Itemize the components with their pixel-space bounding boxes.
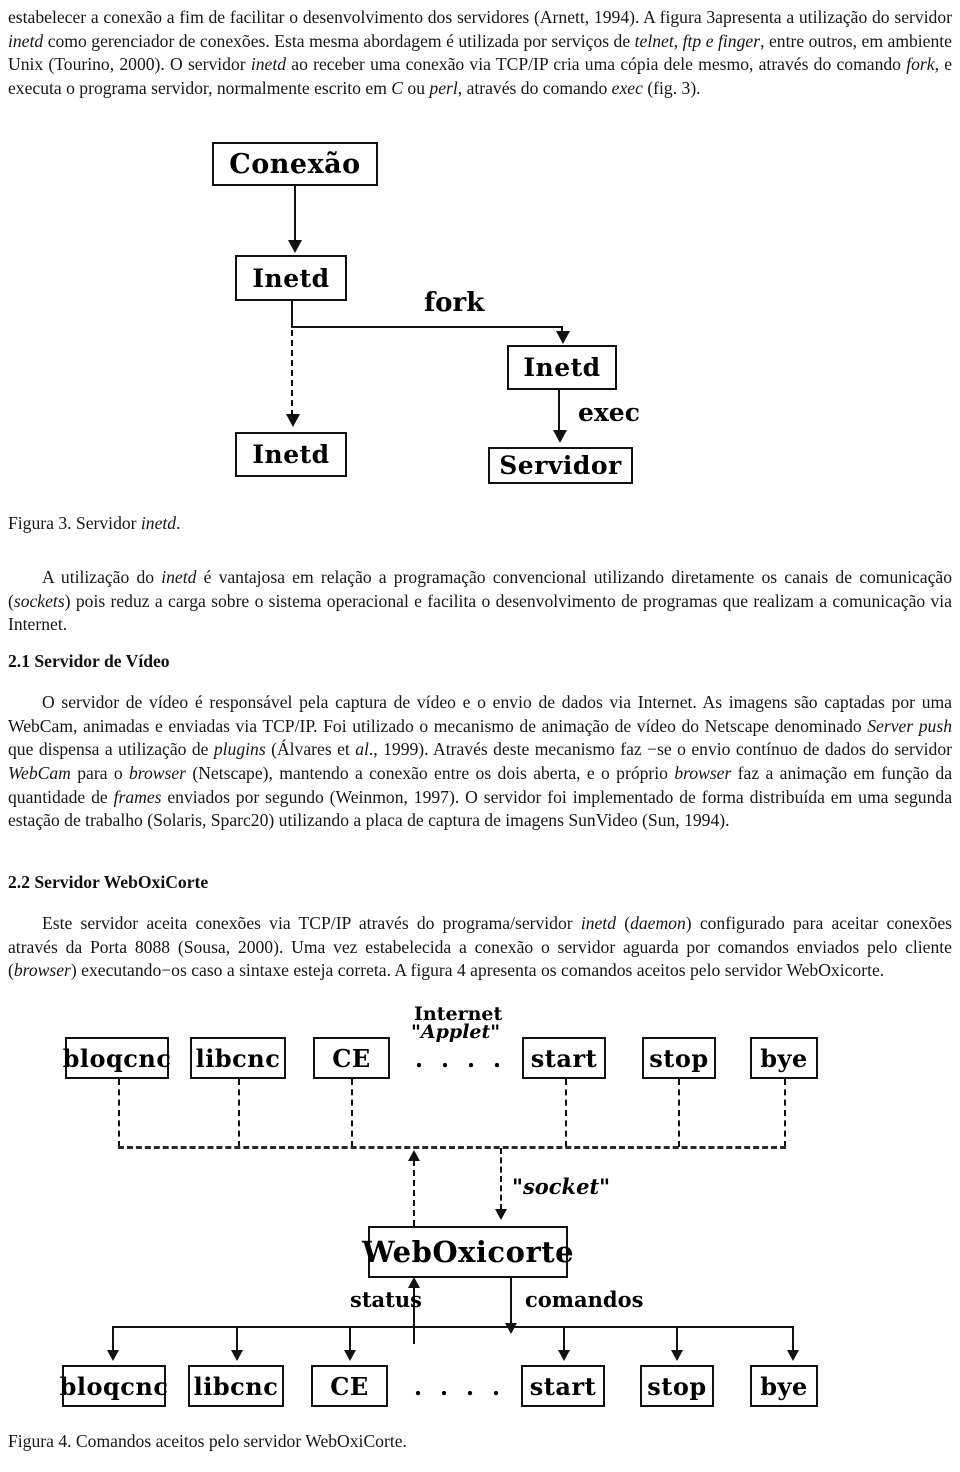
- figure4-arrow-libcnc: [231, 1350, 243, 1361]
- figure4-arrow-start: [558, 1350, 570, 1361]
- command-label: CE: [332, 1043, 371, 1073]
- figure4-bottom-command-stop: stop: [640, 1365, 714, 1407]
- command-label: libcnc: [195, 1043, 281, 1073]
- figure4-top-command-bloqcnc: bloqcnc: [62, 1037, 172, 1079]
- figure4-bottom-command-libcnc: libcnc: [188, 1365, 284, 1407]
- figure4-edge-comandos-from-server: [510, 1278, 512, 1326]
- figure4-edge-socket-down: [500, 1148, 502, 1210]
- figure4-label-status: status: [350, 1287, 422, 1312]
- figure4-bottom-command-bye: bye: [750, 1365, 818, 1407]
- figure4-top-command-start: start: [522, 1037, 606, 1079]
- figure4-applet-bus-line: [118, 1146, 786, 1149]
- figure4-arrow-comandos-down: [505, 1323, 517, 1334]
- figure4-arrow-bloqcnc: [107, 1350, 119, 1361]
- figure4-droplink-start: [565, 1079, 567, 1147]
- figure4-branch-bloqcnc: [112, 1326, 114, 1352]
- label-text: "socket": [512, 1174, 611, 1199]
- figure4-label-applet: "Applet": [411, 1021, 500, 1043]
- figure4-droplink-libcnc: [238, 1079, 240, 1147]
- label-text: status: [350, 1287, 422, 1312]
- command-label: bloqcnc: [59, 1371, 169, 1401]
- figure4-bottom-command-bloqcnc: bloqcnc: [59, 1365, 169, 1407]
- figure4-arrow-ce: [344, 1350, 356, 1361]
- figure4-node-weboxicorte: WebOxicorte: [362, 1226, 574, 1278]
- document-page: estabelecer a conexão a fim de facilitar…: [0, 0, 960, 1472]
- figure4-label-comandos: comandos: [525, 1287, 643, 1312]
- figure4-label-socket: "socket": [512, 1174, 610, 1199]
- figure4-branch-ce: [349, 1326, 351, 1352]
- figure-4-caption: Figura 4. Comandos aceitos pelo servidor…: [8, 1430, 952, 1453]
- figure4-droplink-bloqcnc: [118, 1079, 120, 1147]
- label-text: "Applet": [411, 1021, 501, 1043]
- command-label: CE: [330, 1371, 369, 1401]
- ellipsis-text: . . . .: [415, 1046, 507, 1073]
- figure4-arrow-bye: [787, 1350, 799, 1361]
- command-label: bye: [760, 1371, 808, 1401]
- figure4-branch-stop: [676, 1326, 678, 1352]
- figure4-top-command-bye: bye: [750, 1037, 818, 1079]
- figure-4-weboxicorte-commands: Internet "Applet" bloqcnc libcnc CE . . …: [0, 0, 960, 1472]
- figure4-top-command-stop: stop: [642, 1037, 716, 1079]
- figure4-edge-status-up: [413, 1160, 415, 1226]
- command-label: start: [529, 1371, 597, 1401]
- figure4-bottom-command-start: start: [521, 1365, 605, 1407]
- command-label: stop: [649, 1043, 709, 1073]
- figure4-droplink-bye: [784, 1079, 786, 1147]
- caption-text: Figura 4. Comandos aceitos pelo servidor…: [8, 1431, 407, 1451]
- figure4-top-command-libcnc: libcnc: [190, 1037, 286, 1079]
- ellipsis-text: . . . .: [414, 1374, 506, 1401]
- command-label: stop: [647, 1371, 707, 1401]
- node-label: WebOxicorte: [361, 1235, 575, 1269]
- figure4-top-command-ce: CE: [313, 1037, 390, 1079]
- figure4-branch-bye: [792, 1326, 794, 1352]
- figure4-droplink-ce: [351, 1079, 353, 1147]
- figure4-droplink-stop: [678, 1079, 680, 1147]
- figure4-bottom-ellipsis: . . . .: [414, 1374, 505, 1401]
- figure4-arrow-socket-down: [495, 1209, 507, 1220]
- command-label: start: [530, 1043, 598, 1073]
- figure4-branch-start: [563, 1326, 565, 1352]
- figure4-branch-libcnc: [236, 1326, 238, 1352]
- figure4-bottom-command-ce: CE: [311, 1365, 388, 1407]
- figure4-command-bus-line: [112, 1326, 794, 1328]
- label-text: comandos: [525, 1287, 644, 1312]
- figure4-top-ellipsis: . . . .: [415, 1046, 506, 1073]
- command-label: bloqcnc: [62, 1043, 172, 1073]
- command-label: libcnc: [193, 1371, 279, 1401]
- command-label: bye: [760, 1043, 808, 1073]
- figure4-arrow-stop: [671, 1350, 683, 1361]
